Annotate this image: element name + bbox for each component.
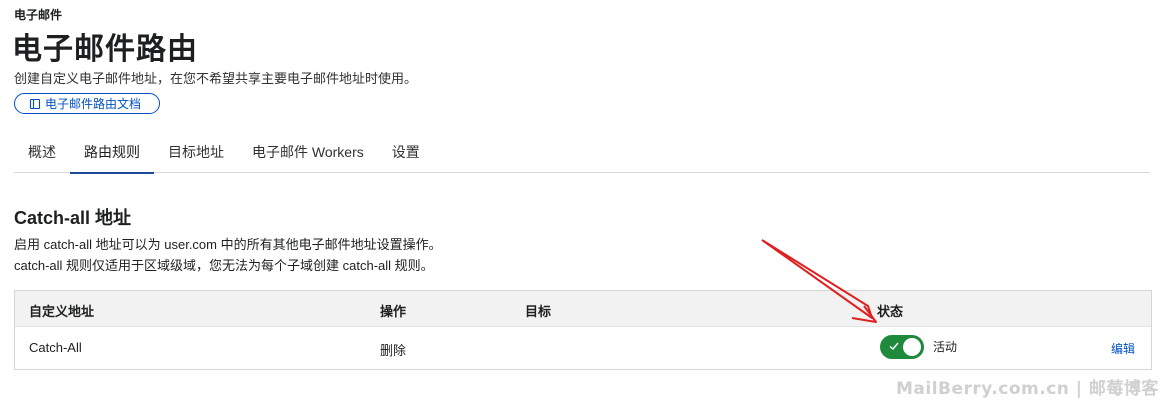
check-icon [889, 342, 899, 350]
tab-destination-addresses[interactable]: 目标地址 [154, 130, 238, 173]
cell-address: Catch-All [29, 340, 82, 355]
tab-bar: 概述 路由规则 目标地址 电子邮件 Workers 设置 [14, 130, 1150, 174]
section-title: Catch-all 地址 [14, 208, 132, 228]
tab-overview[interactable]: 概述 [14, 130, 70, 173]
header-action: 操作 [380, 304, 407, 319]
section-description: 启用 catch-all 地址可以为 user.com 中的所有其他电子邮件地址… [14, 234, 442, 276]
tab-email-workers[interactable]: 电子邮件 Workers [238, 130, 378, 173]
page-description: 创建自定义电子邮件地址，在您不希望共享主要电子邮件地址时使用。 [14, 71, 418, 86]
watermark: MailBerry.com.cn | 邮莓博客 [896, 379, 1159, 399]
docs-link-button[interactable]: 电子邮件路由文档 [14, 93, 160, 114]
section-desc-line-2: catch-all 规则仅适用于区域级域，您无法为每个子域创建 catch-al… [14, 258, 434, 273]
section-desc-line-1: 启用 catch-all 地址可以为 user.com 中的所有其他电子邮件地址… [14, 237, 442, 252]
status-toggle[interactable] [880, 335, 924, 359]
header-status: 状态 [877, 304, 904, 319]
page-title: 电子邮件路由 [12, 33, 198, 66]
edit-link[interactable]: 编辑 [1111, 340, 1135, 357]
breadcrumb: 电子邮件 [14, 8, 63, 22]
tab-settings[interactable]: 设置 [378, 130, 434, 173]
table-row: Catch-All 删除 活动 编辑 [15, 327, 1151, 370]
status-label: 活动 [933, 340, 958, 354]
tab-routing-rules[interactable]: 路由规则 [70, 130, 154, 174]
catch-all-table: 自定义地址 操作 目标 状态 Catch-All 删除 活动 编辑 [14, 290, 1152, 370]
toggle-knob [903, 338, 921, 356]
table-header: 自定义地址 操作 目标 状态 [15, 291, 1151, 327]
cell-action: 删除 [380, 343, 407, 358]
header-address: 自定义地址 [29, 304, 95, 319]
docs-link-label: 电子邮件路由文档 [45, 97, 142, 111]
book-icon [29, 98, 41, 110]
header-destination: 目标 [525, 304, 552, 319]
